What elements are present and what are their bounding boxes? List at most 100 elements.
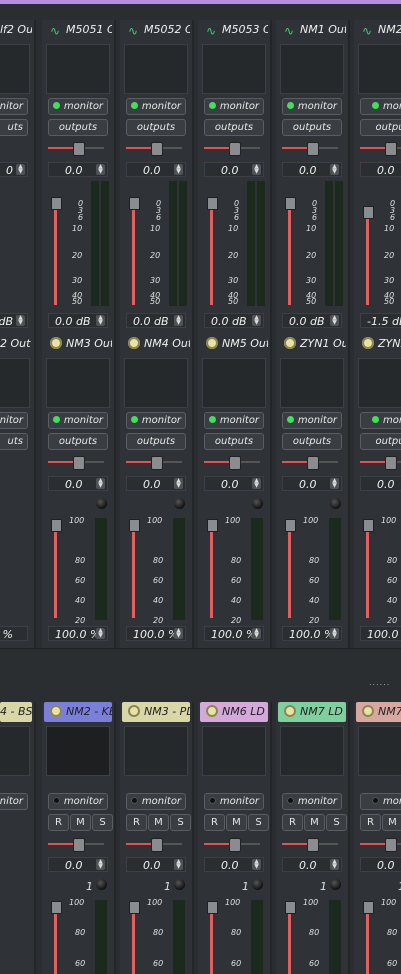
gain-spin[interactable]: 0.0▲▼ <box>126 162 186 177</box>
gain-fader-track[interactable] <box>54 526 57 618</box>
mute-button[interactable]: M <box>226 814 247 831</box>
gain-fader-knob[interactable] <box>285 519 296 532</box>
balance-slider[interactable] <box>282 142 338 156</box>
spin-arrows-icon[interactable]: ▲ ▼ <box>330 478 339 489</box>
gain-fader-knob[interactable] <box>207 197 218 210</box>
outputs-button[interactable]: outpu <box>360 433 401 450</box>
balance-knob[interactable] <box>72 142 85 156</box>
monitor-button[interactable]: monitor <box>204 98 264 115</box>
send-knob[interactable] <box>96 879 107 890</box>
spin-arrows-icon[interactable]: ▲ ▼ <box>174 628 183 639</box>
gain-fader-track[interactable] <box>210 203 213 305</box>
balance-knob[interactable] <box>384 838 397 852</box>
gain-spin[interactable]: 0.0▲▼ <box>48 476 108 491</box>
outputs-button[interactable]: outputs <box>204 119 264 136</box>
send-knob[interactable] <box>96 498 107 509</box>
gain-spin[interactable]: 0.0▲▼ <box>48 162 108 177</box>
percent-spin[interactable]: 100.0 %▲▼ <box>360 626 401 641</box>
balance-knob[interactable] <box>150 838 163 852</box>
outputs-button[interactable]: outputs <box>282 119 342 136</box>
monitor-button[interactable]: onitor <box>0 412 28 429</box>
balance-slider[interactable] <box>126 838 182 852</box>
monitor-button[interactable]: monitor <box>48 98 108 115</box>
balance-slider[interactable] <box>48 838 104 852</box>
balance-slider[interactable] <box>360 456 401 470</box>
spin-arrows-icon[interactable]: ▲ ▼ <box>252 478 261 489</box>
monitor-button[interactable]: monitor <box>282 98 342 115</box>
send-knob[interactable] <box>174 498 185 509</box>
outputs-button[interactable]: outputs <box>126 433 186 450</box>
gain-fader-track[interactable] <box>132 908 135 974</box>
spin-arrows-icon[interactable]: ▲ ▼ <box>96 478 105 489</box>
monitor-button[interactable]: monitor <box>126 412 186 429</box>
db-spin[interactable]: 0.0 dB ▲ ▼ <box>282 313 342 328</box>
gain-fader-track[interactable] <box>366 526 369 618</box>
gain-fader-track[interactable] <box>54 203 57 305</box>
gain-fader-track[interactable] <box>210 526 213 618</box>
gain-spin[interactable]: 0.0▲▼ <box>282 857 342 872</box>
gain-fader-knob[interactable] <box>51 901 62 914</box>
record-button[interactable]: R <box>126 814 147 831</box>
spin-arrows-icon[interactable]: ▲ ▼ <box>330 315 339 326</box>
spin-arrows-icon[interactable]: ▲ ▼ <box>330 164 339 175</box>
spin-arrows-icon[interactable]: ▲ ▼ <box>96 315 105 326</box>
send-knob[interactable] <box>252 879 263 890</box>
gain-fader-knob[interactable] <box>129 519 140 532</box>
balance-knob[interactable] <box>150 142 163 156</box>
outputs-button[interactable]: outputs <box>282 433 342 450</box>
balance-slider[interactable] <box>126 142 182 156</box>
gain-spin[interactable]: 0 ▲ ▼ <box>0 162 28 177</box>
gain-spin[interactable]: 0.0▲▼ <box>282 476 342 491</box>
gain-fader-track[interactable] <box>210 908 213 974</box>
balance-slider[interactable] <box>204 838 260 852</box>
gain-spin[interactable]: 0.0▲▼ <box>126 476 186 491</box>
percent-spin[interactable]: 0 % <box>0 626 28 641</box>
solo-button[interactable]: S <box>170 814 191 831</box>
outputs-button[interactable]: outputs <box>48 433 108 450</box>
balance-knob[interactable] <box>228 838 241 852</box>
balance-slider[interactable] <box>204 142 260 156</box>
outputs-button[interactable]: uts <box>0 433 28 450</box>
spin-arrows-icon[interactable]: ▲ ▼ <box>252 315 261 326</box>
monitor-button[interactable]: monitor <box>282 412 342 429</box>
outputs-button[interactable]: outpu <box>360 119 401 136</box>
db-spin[interactable]: 0.0 dB ▲ ▼ <box>204 313 264 328</box>
gain-fader-knob[interactable] <box>129 901 140 914</box>
solo-button[interactable]: S <box>326 814 347 831</box>
balance-slider[interactable] <box>282 838 338 852</box>
gain-fader-knob[interactable] <box>207 901 218 914</box>
spin-arrows-icon[interactable]: ▲ ▼ <box>174 859 183 870</box>
balance-knob[interactable] <box>228 142 241 156</box>
gain-fader-knob[interactable] <box>207 519 218 532</box>
spin-arrows-icon[interactable]: ▲ ▼ <box>96 628 105 639</box>
gain-fader-track[interactable] <box>366 212 369 305</box>
gain-spin[interactable]: 0.0▲▼ <box>360 476 401 491</box>
send-knob[interactable] <box>330 879 341 890</box>
gain-spin[interactable]: 0.0▲▼ <box>204 857 264 872</box>
db-spin[interactable]: -1.5 dE▲▼ <box>360 313 401 328</box>
gain-fader-track[interactable] <box>366 908 369 974</box>
gain-fader-knob[interactable] <box>51 197 62 210</box>
gain-spin[interactable]: 0.0▲▼ <box>282 162 342 177</box>
percent-spin[interactable]: 100.0 %▲▼ <box>204 626 264 641</box>
solo-button[interactable]: S <box>248 814 269 831</box>
record-button[interactable]: R <box>204 814 225 831</box>
mute-button[interactable]: M <box>70 814 91 831</box>
balance-slider[interactable] <box>126 456 182 470</box>
monitor-button[interactable]: monitor <box>48 412 108 429</box>
gain-fader-knob[interactable] <box>51 519 62 532</box>
mute-button[interactable]: M <box>304 814 325 831</box>
gain-fader-knob[interactable] <box>363 519 374 532</box>
gain-fader-track[interactable] <box>288 203 291 305</box>
spin-arrows-icon[interactable]: ▲ ▼ <box>330 859 339 870</box>
monitor-button[interactable]: monitor <box>48 793 108 810</box>
spin-arrows-icon[interactable]: ▲ ▼ <box>330 628 339 639</box>
gain-fader-knob[interactable] <box>363 901 374 914</box>
solo-button[interactable]: S <box>92 814 113 831</box>
spin-arrows-icon[interactable]: ▲ ▼ <box>252 628 261 639</box>
spin-arrows-icon[interactable]: ▲ ▼ <box>174 478 183 489</box>
gain-spin[interactable]: 0.0▲▼ <box>360 162 401 177</box>
monitor-button[interactable]: onitor <box>0 98 28 115</box>
outputs-button[interactable]: outputs <box>204 433 264 450</box>
db-spin[interactable]: dB▲▼ <box>0 313 28 328</box>
